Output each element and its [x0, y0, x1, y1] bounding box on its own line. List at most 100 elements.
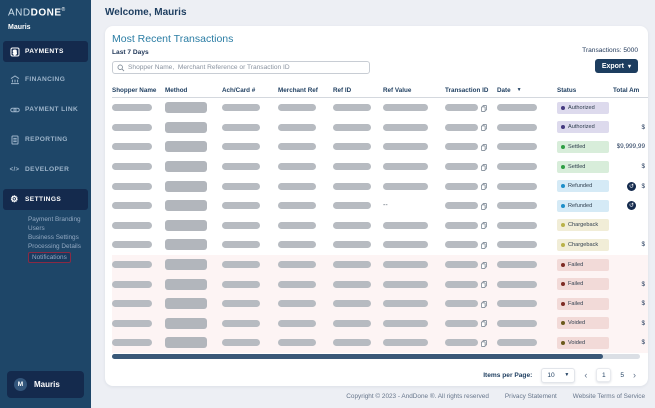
previous-page-button[interactable]: ‹ [584, 371, 587, 380]
skeleton-bar [278, 281, 316, 288]
scrollbar-thumb[interactable] [112, 354, 603, 359]
skeleton-bar [112, 222, 152, 229]
sidebar-item-payment-link[interactable]: PAYMENT LINK [3, 99, 88, 120]
skeleton-bar [112, 241, 152, 248]
subnav-item-business-settings[interactable]: Business Settings [28, 233, 79, 242]
cell-status: Voided [557, 337, 613, 349]
terms-of-service-link[interactable]: Website Terms of Service [573, 393, 645, 400]
cell-transaction-id [445, 216, 497, 234]
cell-shopper-name [112, 183, 165, 190]
cell-ach-card [222, 339, 278, 346]
status-label: Refunded [568, 203, 592, 209]
anddone-logo[interactable]: ANDDONE® [0, 0, 91, 18]
refund-info-icon[interactable]: ↺ [627, 182, 636, 191]
copy-icon[interactable] [481, 118, 487, 136]
search-input[interactable] [128, 64, 365, 71]
status-badge: Chargeback [557, 239, 609, 251]
copy-icon[interactable] [481, 216, 487, 234]
amount-value: $9,999,99 [617, 143, 645, 150]
copy-icon[interactable] [481, 138, 487, 156]
sidebar-item-reporting[interactable]: REPORTING [3, 129, 88, 150]
table-row[interactable]: Authorized$ [112, 118, 648, 138]
table-row[interactable]: Settled$ [112, 157, 648, 177]
cell-transaction-id [445, 275, 497, 293]
amount-value: $ [641, 241, 645, 248]
page-title: Most Recent Transactions [112, 33, 370, 45]
skeleton-bar [445, 339, 478, 346]
table-row[interactable]: Refunded ↺$ [112, 176, 648, 196]
page-number-current[interactable]: 1 [596, 368, 611, 382]
copy-icon[interactable] [481, 295, 487, 313]
sidebar-item-label: PAYMENT LINK [25, 106, 78, 113]
sidebar-user-button[interactable]: M Mauris [7, 371, 84, 398]
subnav-item-notifications[interactable]: Notifications [28, 252, 71, 263]
table-row[interactable]: --Refunded↺ [112, 196, 648, 216]
export-button[interactable]: Export ▾ [595, 59, 638, 73]
copy-icon[interactable] [481, 256, 487, 274]
subnav-item-payment-branding[interactable]: Payment Branding [28, 215, 81, 224]
payment-link-icon [9, 104, 20, 115]
refund-info-icon[interactable]: ↺ [627, 201, 636, 210]
footer: Copyright © 2023 - AndDone ®. All rights… [91, 390, 655, 402]
subnav-item-processing-details[interactable]: Processing Details [28, 242, 81, 251]
cell-transaction-id [445, 177, 497, 195]
search-bar[interactable] [112, 61, 370, 74]
transactions-count: Transactions: 5000 [582, 47, 638, 54]
sidebar-item-settings[interactable]: ⚙SETTINGS [3, 189, 88, 210]
sidebar-item-financing[interactable]: FINANCING [3, 69, 88, 90]
cell-transaction-id [445, 256, 497, 274]
table-row[interactable]: Voided $ [112, 333, 648, 353]
table-row[interactable]: Failed [112, 255, 648, 275]
table-row[interactable]: Voided$ [112, 314, 648, 334]
copy-icon[interactable] [481, 99, 487, 117]
next-page-button[interactable]: › [633, 371, 636, 380]
skeleton-bar [445, 261, 478, 268]
sort-caret-icon[interactable]: ▼ [517, 87, 522, 93]
skeleton-bar [333, 202, 371, 209]
status-badge: Authorized [557, 102, 609, 114]
cell-date [497, 143, 557, 150]
table-row[interactable]: Settled$9,999,99 [112, 137, 648, 157]
table-row[interactable]: Authorized [112, 98, 648, 118]
cell-status: Failed [557, 259, 613, 271]
table-row[interactable]: Chargeback $ [112, 235, 648, 255]
copy-icon[interactable] [481, 236, 487, 254]
items-per-page-label: Items per Page: [483, 372, 532, 379]
status-label: Failed [568, 262, 583, 268]
table-row[interactable]: Chargeback [112, 216, 648, 236]
status-label: Refunded [568, 183, 592, 189]
skeleton-bar [383, 300, 428, 307]
copy-icon[interactable] [481, 158, 487, 176]
skeleton-bar [497, 300, 537, 307]
amount-value: $ [641, 339, 645, 346]
page-number-last[interactable]: 5 [620, 372, 624, 379]
payments-icon: $ [9, 46, 20, 57]
copy-icon[interactable] [481, 177, 487, 195]
cell-merchant-ref [278, 320, 333, 327]
table-row[interactable]: Failed$ [112, 274, 648, 294]
column-header-method: Method [165, 87, 222, 94]
copy-icon[interactable] [481, 275, 487, 293]
cell-ref-value [383, 143, 445, 150]
horizontal-scrollbar[interactable] [112, 354, 640, 359]
skeleton-bar [222, 339, 260, 346]
sidebar-item-payments[interactable]: $PAYMENTS [3, 41, 88, 62]
copy-icon[interactable] [481, 334, 487, 352]
settings-icon: ⚙ [9, 194, 20, 205]
privacy-statement-link[interactable]: Privacy Statement [505, 393, 557, 400]
status-badge: Authorized [557, 121, 609, 133]
sidebar-item-developer[interactable]: </>DEVELOPER [3, 159, 88, 180]
subnav-item-users[interactable]: Users [28, 224, 45, 233]
cell-ref-id [333, 143, 383, 150]
skeleton-bar [278, 241, 316, 248]
sidebar: ANDDONE® Mauris $PAYMENTSFINANCINGPAYMEN… [0, 0, 91, 408]
column-header-ref-value: Ref Value [383, 87, 445, 94]
copy-icon[interactable] [481, 314, 487, 332]
cell-total-amount: ↺$ [613, 182, 648, 191]
cell-method [165, 337, 222, 348]
status-dot-icon [561, 282, 565, 286]
items-per-page-select[interactable]: 10 ▼ [541, 368, 575, 383]
copy-icon[interactable] [481, 197, 487, 215]
table-row[interactable]: Failed$ [112, 294, 648, 314]
cell-ref-value [383, 300, 445, 307]
